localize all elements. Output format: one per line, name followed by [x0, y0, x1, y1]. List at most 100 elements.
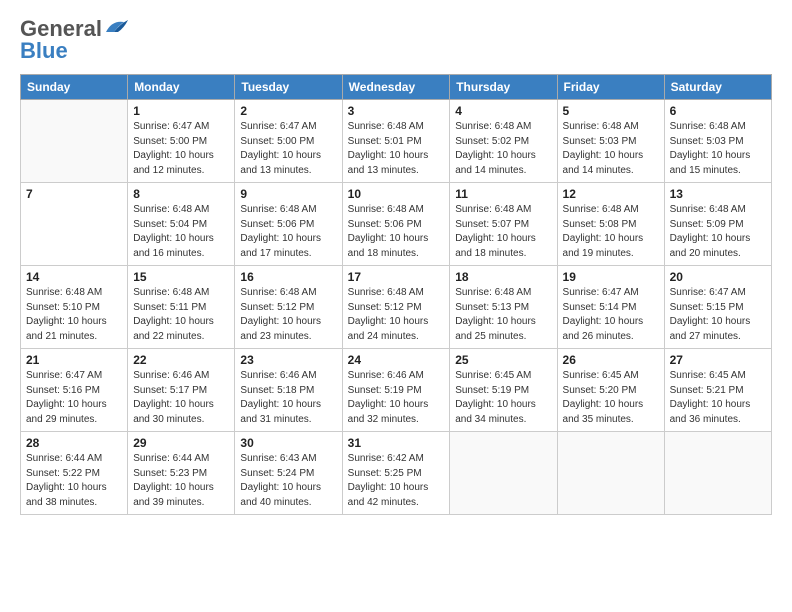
weekday-header: Friday [557, 75, 664, 100]
day-number: 3 [348, 104, 445, 118]
day-info: Sunrise: 6:48 AMSunset: 5:03 PMDaylight:… [670, 120, 766, 178]
calendar-week-row: 28 Sunrise: 6:44 AMSunset: 5:22 PMDayligh… [21, 432, 772, 515]
calendar-cell: 31 Sunrise: 6:42 AMSunset: 5:25 PMDayligh… [342, 432, 450, 515]
day-info: Sunrise: 6:48 AMSunset: 5:04 PMDaylight:… [133, 203, 229, 261]
day-info: Sunrise: 6:48 AMSunset: 5:10 PMDaylight:… [26, 286, 122, 344]
calendar-cell: 19 Sunrise: 6:47 AMSunset: 5:14 PMDayligh… [557, 266, 664, 349]
day-info: Sunrise: 6:48 AMSunset: 5:03 PMDaylight:… [563, 120, 659, 178]
weekday-header: Thursday [450, 75, 557, 100]
day-number: 7 [26, 187, 122, 201]
day-number: 10 [348, 187, 445, 201]
day-info: Sunrise: 6:42 AMSunset: 5:25 PMDaylight:… [348, 452, 445, 510]
calendar-cell: 14 Sunrise: 6:48 AMSunset: 5:10 PMDayligh… [21, 266, 128, 349]
calendar-cell: 6 Sunrise: 6:48 AMSunset: 5:03 PMDaylight… [664, 100, 771, 183]
day-info: Sunrise: 6:45 AMSunset: 5:20 PMDaylight:… [563, 369, 659, 427]
calendar-cell: 23 Sunrise: 6:46 AMSunset: 5:18 PMDayligh… [235, 349, 342, 432]
calendar-cell [21, 100, 128, 183]
calendar-cell: 28 Sunrise: 6:44 AMSunset: 5:22 PMDayligh… [21, 432, 128, 515]
calendar-cell: 3 Sunrise: 6:48 AMSunset: 5:01 PMDaylight… [342, 100, 450, 183]
calendar-cell: 15 Sunrise: 6:48 AMSunset: 5:11 PMDayligh… [128, 266, 235, 349]
day-number: 16 [240, 270, 336, 284]
day-number: 19 [563, 270, 659, 284]
weekday-header: Monday [128, 75, 235, 100]
day-info: Sunrise: 6:48 AMSunset: 5:07 PMDaylight:… [455, 203, 551, 261]
day-info: Sunrise: 6:45 AMSunset: 5:21 PMDaylight:… [670, 369, 766, 427]
calendar-cell: 11Sunrise: 6:48 AMSunset: 5:07 PMDayligh… [450, 183, 557, 266]
day-info: Sunrise: 6:47 AMSunset: 5:14 PMDaylight:… [563, 286, 659, 344]
calendar-week-row: 21 Sunrise: 6:47 AMSunset: 5:16 PMDayligh… [21, 349, 772, 432]
calendar-cell: 12Sunrise: 6:48 AMSunset: 5:08 PMDayligh… [557, 183, 664, 266]
day-number: 28 [26, 436, 122, 450]
day-info: Sunrise: 6:44 AMSunset: 5:22 PMDaylight:… [26, 452, 122, 510]
calendar-cell: 4 Sunrise: 6:48 AMSunset: 5:02 PMDaylight… [450, 100, 557, 183]
day-info: Sunrise: 6:47 AMSunset: 5:15 PMDaylight:… [670, 286, 766, 344]
day-number: 18 [455, 270, 551, 284]
calendar-cell: 29 Sunrise: 6:44 AMSunset: 5:23 PMDayligh… [128, 432, 235, 515]
day-number: 13 [670, 187, 766, 201]
day-number: 31 [348, 436, 445, 450]
day-info: Sunrise: 6:48 AMSunset: 5:12 PMDaylight:… [348, 286, 445, 344]
day-info: Sunrise: 6:48 AMSunset: 5:13 PMDaylight:… [455, 286, 551, 344]
day-info: Sunrise: 6:47 AMSunset: 5:16 PMDaylight:… [26, 369, 122, 427]
calendar-cell [664, 432, 771, 515]
calendar-table: SundayMondayTuesdayWednesdayThursdayFrid… [20, 74, 772, 515]
calendar-cell: 20 Sunrise: 6:47 AMSunset: 5:15 PMDayligh… [664, 266, 771, 349]
logo-bird-icon [104, 18, 130, 36]
day-info: Sunrise: 6:46 AMSunset: 5:19 PMDaylight:… [348, 369, 445, 427]
day-info: Sunrise: 6:44 AMSunset: 5:23 PMDaylight:… [133, 452, 229, 510]
calendar-cell: 30Sunrise: 6:43 AMSunset: 5:24 PMDayligh… [235, 432, 342, 515]
day-info: Sunrise: 6:45 AMSunset: 5:19 PMDaylight:… [455, 369, 551, 427]
calendar-cell: 8 Sunrise: 6:48 AMSunset: 5:04 PMDaylight… [128, 183, 235, 266]
day-number: 27 [670, 353, 766, 367]
day-number: 15 [133, 270, 229, 284]
calendar-cell: 7 [21, 183, 128, 266]
day-number: 8 [133, 187, 229, 201]
day-number: 29 [133, 436, 229, 450]
logo-blue: Blue [20, 38, 68, 64]
day-info: Sunrise: 6:48 AMSunset: 5:02 PMDaylight:… [455, 120, 551, 178]
day-number: 17 [348, 270, 445, 284]
calendar-cell: 2Sunrise: 6:47 AMSunset: 5:00 PMDaylight… [235, 100, 342, 183]
day-info: Sunrise: 6:46 AMSunset: 5:18 PMDaylight:… [240, 369, 336, 427]
day-info: Sunrise: 6:47 AMSunset: 5:00 PMDaylight:… [240, 120, 336, 178]
calendar-week-row: 1 Sunrise: 6:47 AMSunset: 5:00 PMDaylight… [21, 100, 772, 183]
day-number: 6 [670, 104, 766, 118]
calendar-cell: 22 Sunrise: 6:46 AMSunset: 5:17 PMDayligh… [128, 349, 235, 432]
calendar-cell: 13Sunrise: 6:48 AMSunset: 5:09 PMDayligh… [664, 183, 771, 266]
calendar-cell: 18 Sunrise: 6:48 AMSunset: 5:13 PMDayligh… [450, 266, 557, 349]
day-info: Sunrise: 6:48 AMSunset: 5:01 PMDaylight:… [348, 120, 445, 178]
calendar-week-row: 14 Sunrise: 6:48 AMSunset: 5:10 PMDayligh… [21, 266, 772, 349]
day-info: Sunrise: 6:43 AMSunset: 5:24 PMDaylight:… [240, 452, 336, 510]
calendar-cell: 17 Sunrise: 6:48 AMSunset: 5:12 PMDayligh… [342, 266, 450, 349]
day-info: Sunrise: 6:48 AMSunset: 5:12 PMDaylight:… [240, 286, 336, 344]
day-number: 14 [26, 270, 122, 284]
calendar-cell: 1 Sunrise: 6:47 AMSunset: 5:00 PMDaylight… [128, 100, 235, 183]
day-number: 21 [26, 353, 122, 367]
day-number: 4 [455, 104, 551, 118]
calendar-cell: 16 Sunrise: 6:48 AMSunset: 5:12 PMDayligh… [235, 266, 342, 349]
day-info: Sunrise: 6:46 AMSunset: 5:17 PMDaylight:… [133, 369, 229, 427]
day-number: 9 [240, 187, 336, 201]
day-info: Sunrise: 6:47 AMSunset: 5:00 PMDaylight:… [133, 120, 229, 178]
calendar-cell: 21 Sunrise: 6:47 AMSunset: 5:16 PMDayligh… [21, 349, 128, 432]
day-number: 20 [670, 270, 766, 284]
calendar-cell: 24 Sunrise: 6:46 AMSunset: 5:19 PMDayligh… [342, 349, 450, 432]
day-number: 26 [563, 353, 659, 367]
weekday-header: Saturday [664, 75, 771, 100]
day-number: 22 [133, 353, 229, 367]
weekday-header: Wednesday [342, 75, 450, 100]
weekday-header: Tuesday [235, 75, 342, 100]
day-number: 24 [348, 353, 445, 367]
calendar-cell [450, 432, 557, 515]
day-number: 1 [133, 104, 229, 118]
page-container: General Blue SundayMondayTuesdayWednesda… [0, 0, 792, 525]
logo: General Blue [20, 16, 130, 64]
day-info: Sunrise: 6:48 AMSunset: 5:06 PMDaylight:… [240, 203, 336, 261]
calendar-cell: 26 Sunrise: 6:45 AMSunset: 5:20 PMDayligh… [557, 349, 664, 432]
day-number: 23 [240, 353, 336, 367]
calendar-cell: 25Sunrise: 6:45 AMSunset: 5:19 PMDayligh… [450, 349, 557, 432]
calendar-cell: 27 Sunrise: 6:45 AMSunset: 5:21 PMDayligh… [664, 349, 771, 432]
calendar-cell: 10Sunrise: 6:48 AMSunset: 5:06 PMDayligh… [342, 183, 450, 266]
day-info: Sunrise: 6:48 AMSunset: 5:11 PMDaylight:… [133, 286, 229, 344]
calendar-week-row: 78 Sunrise: 6:48 AMSunset: 5:04 PMDayligh… [21, 183, 772, 266]
